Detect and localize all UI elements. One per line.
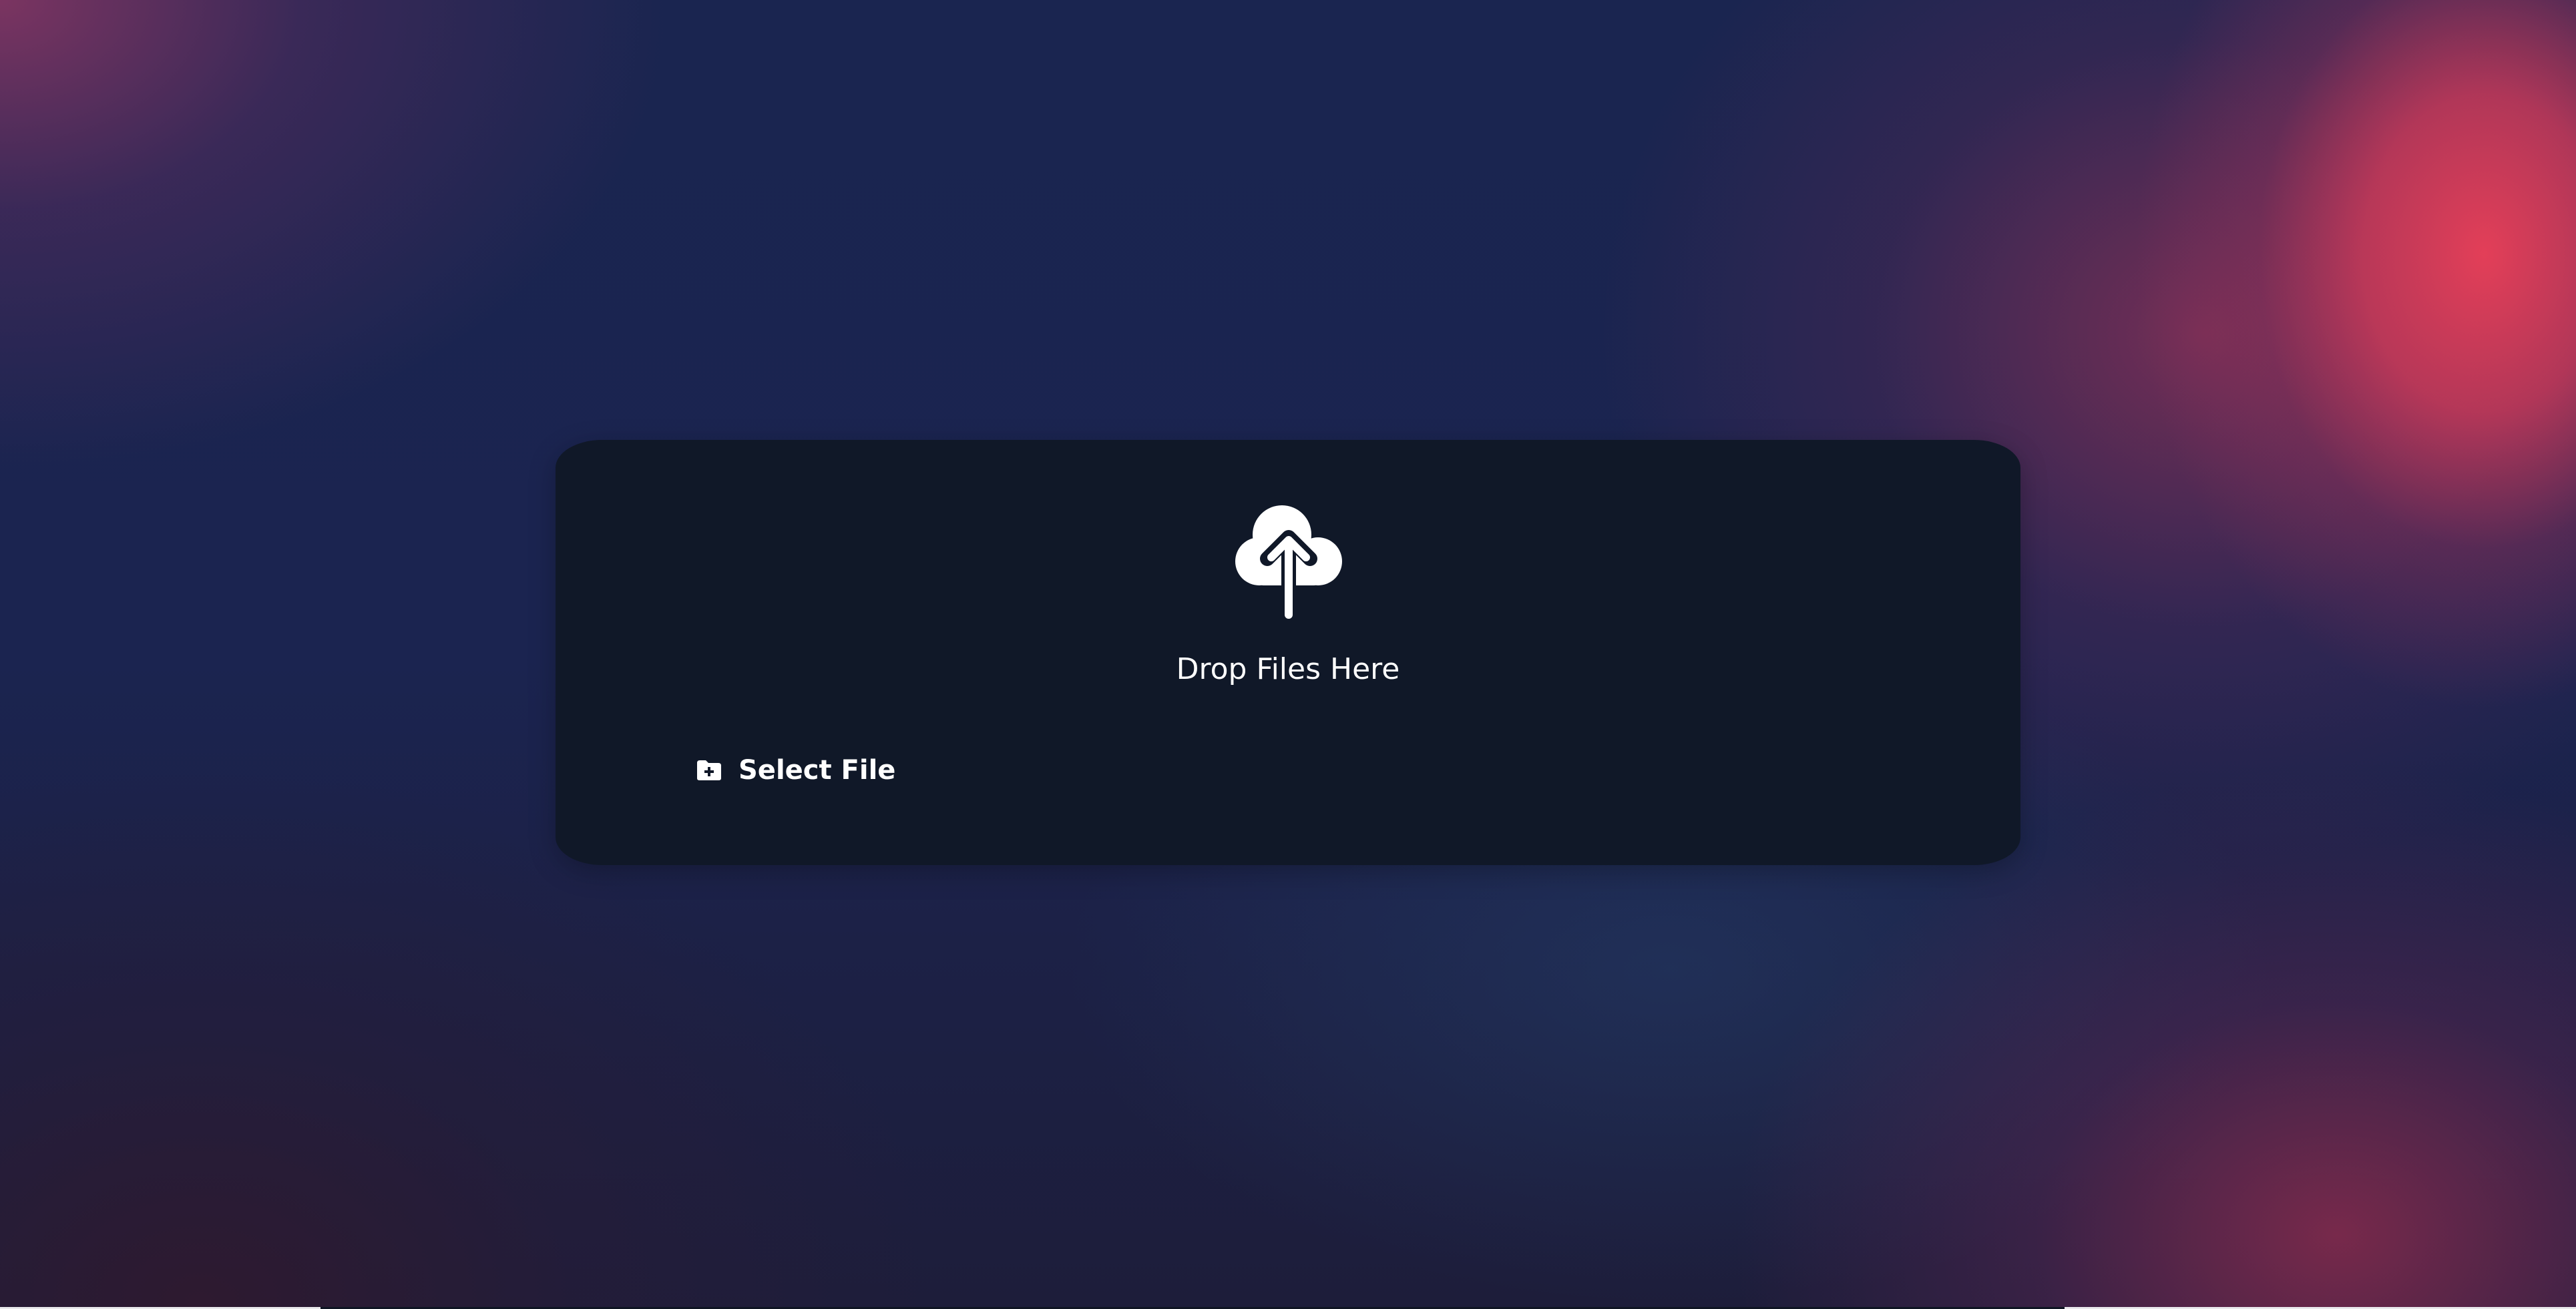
select-file-label: Select File: [738, 755, 896, 786]
cloud-upload-icon: [1235, 505, 1342, 625]
select-file-button[interactable]: Select File: [696, 747, 895, 794]
file-drop-zone[interactable]: Drop Files Here Select File: [556, 440, 2020, 865]
drop-files-label: Drop Files Here: [1176, 652, 1400, 686]
folder-plus-icon: [697, 760, 721, 780]
